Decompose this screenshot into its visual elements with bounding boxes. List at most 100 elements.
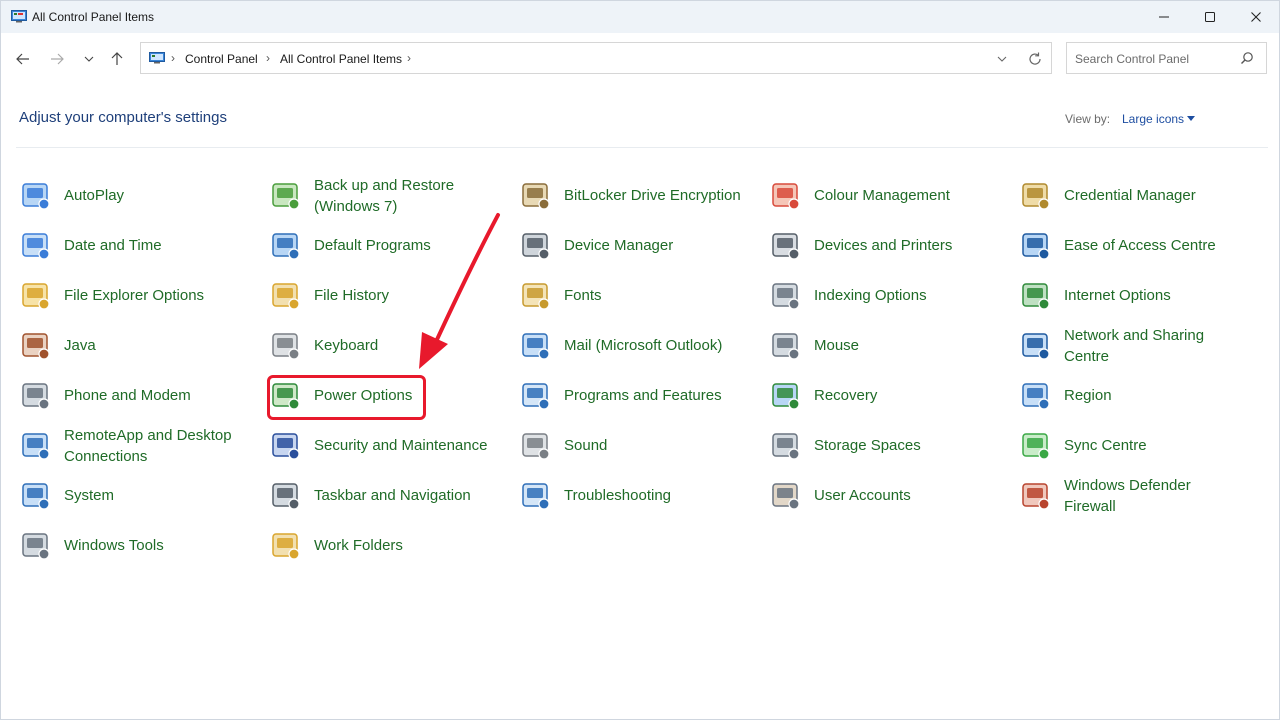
item-label[interactable]: Troubleshooting xyxy=(564,485,754,506)
item-label[interactable]: File History xyxy=(314,285,504,306)
item-devices-and-printers[interactable]: Devices and Printers xyxy=(769,223,1009,269)
item-security-and-maintenance[interactable]: Security and Maintenance xyxy=(269,423,509,469)
item-autoplay[interactable]: AutoPlay xyxy=(19,173,259,219)
item-label[interactable]: Storage Spaces xyxy=(814,435,1004,456)
item-label[interactable]: Colour Management xyxy=(814,185,1004,206)
item-system[interactable]: System xyxy=(19,473,259,519)
item-label[interactable]: Taskbar and Navigation xyxy=(314,485,504,506)
search-input[interactable]: Search Control Panel xyxy=(1066,42,1267,74)
item-keyboard[interactable]: Keyboard xyxy=(269,323,509,369)
item-recovery[interactable]: Recovery xyxy=(769,373,1009,419)
backup-restore-icon xyxy=(272,183,300,210)
item-label[interactable]: Back up and Restore (Windows 7) xyxy=(314,175,504,217)
item-ease-of-access-centre[interactable]: Ease of Access Centre xyxy=(1019,223,1259,269)
item-label[interactable]: Windows Defender Firewall xyxy=(1064,475,1254,517)
breadcrumb-all-items[interactable]: All Control Panel Items xyxy=(280,52,402,66)
troubleshooting-icon xyxy=(522,483,550,510)
item-label[interactable]: Devices and Printers xyxy=(814,235,1004,256)
item-label[interactable]: Default Programs xyxy=(314,235,504,256)
item-troubleshooting[interactable]: Troubleshooting xyxy=(519,473,759,519)
item-label[interactable]: Sound xyxy=(564,435,754,456)
search-icon[interactable] xyxy=(1240,51,1254,65)
item-remoteapp-and-desktop-connections[interactable]: RemoteApp and Desktop Connections xyxy=(19,423,259,469)
close-button[interactable] xyxy=(1233,1,1279,33)
item-label[interactable]: Windows Tools xyxy=(64,535,254,556)
item-taskbar-and-navigation[interactable]: Taskbar and Navigation xyxy=(269,473,509,519)
address-bar[interactable]: › Control Panel › All Control Panel Item… xyxy=(140,42,1052,74)
item-label[interactable]: Mouse xyxy=(814,335,1004,356)
item-label[interactable]: Keyboard xyxy=(314,335,504,356)
item-device-manager[interactable]: Device Manager xyxy=(519,223,759,269)
arrow-up-icon xyxy=(111,52,123,65)
item-indexing-options[interactable]: Indexing Options xyxy=(769,273,1009,319)
item-label[interactable]: Recovery xyxy=(814,385,1004,406)
storage-spaces-icon xyxy=(772,433,800,460)
item-label[interactable]: System xyxy=(64,485,254,506)
item-default-programs[interactable]: Default Programs xyxy=(269,223,509,269)
item-file-explorer-options[interactable]: File Explorer Options xyxy=(19,273,259,319)
item-label[interactable]: Indexing Options xyxy=(814,285,1004,306)
item-sync-centre[interactable]: Sync Centre xyxy=(1019,423,1259,469)
caret-down-icon[interactable] xyxy=(1187,116,1195,121)
maximize-button[interactable] xyxy=(1187,1,1233,33)
item-sound[interactable]: Sound xyxy=(519,423,759,469)
control-panel-icon xyxy=(149,52,165,64)
item-label[interactable]: Phone and Modem xyxy=(64,385,254,406)
view-by-dropdown[interactable]: Large icons xyxy=(1122,112,1184,126)
item-label[interactable]: Region xyxy=(1064,385,1254,406)
item-label[interactable]: Java xyxy=(64,335,254,356)
item-mouse[interactable]: Mouse xyxy=(769,323,1009,369)
up-button[interactable] xyxy=(105,47,129,71)
item-windows-defender-firewall[interactable]: Windows Defender Firewall xyxy=(1019,473,1259,519)
breadcrumb-control-panel[interactable]: Control Panel xyxy=(185,52,258,66)
item-region[interactable]: Region xyxy=(1019,373,1259,419)
item-credential-manager[interactable]: Credential Manager xyxy=(1019,173,1259,219)
item-label[interactable]: Programs and Features xyxy=(564,385,754,406)
item-storage-spaces[interactable]: Storage Spaces xyxy=(769,423,1009,469)
item-java[interactable]: Java xyxy=(19,323,259,369)
item-programs-and-features[interactable]: Programs and Features xyxy=(519,373,759,419)
item-phone-and-modem[interactable]: Phone and Modem xyxy=(19,373,259,419)
item-label[interactable]: Date and Time xyxy=(64,235,254,256)
item-label[interactable]: Work Folders xyxy=(314,535,504,556)
item-user-accounts[interactable]: User Accounts xyxy=(769,473,1009,519)
forward-button[interactable] xyxy=(45,47,69,71)
breadcrumb-separator-icon[interactable]: › xyxy=(266,51,270,65)
item-label[interactable]: Network and Sharing Centre xyxy=(1064,325,1254,367)
breadcrumb-separator-icon[interactable]: › xyxy=(171,51,175,65)
item-date-and-time[interactable]: Date and Time xyxy=(19,223,259,269)
item-label[interactable]: Credential Manager xyxy=(1064,185,1254,206)
chevron-down-icon[interactable] xyxy=(995,53,1009,65)
item-windows-tools[interactable]: Windows Tools xyxy=(19,523,259,569)
item-label[interactable]: AutoPlay xyxy=(64,185,254,206)
item-fonts[interactable]: Fonts xyxy=(519,273,759,319)
recent-locations-button[interactable] xyxy=(77,47,101,71)
item-label[interactable]: Device Manager xyxy=(564,235,754,256)
minimize-button[interactable] xyxy=(1141,1,1187,33)
item-label[interactable]: File Explorer Options xyxy=(64,285,254,306)
refresh-icon[interactable] xyxy=(1027,51,1043,67)
item-label[interactable]: Ease of Access Centre xyxy=(1064,235,1254,256)
item-file-history[interactable]: File History xyxy=(269,273,509,319)
item-label[interactable]: Fonts xyxy=(564,285,754,306)
back-button[interactable] xyxy=(11,47,35,71)
colour-management-icon xyxy=(772,183,800,210)
item-label[interactable]: BitLocker Drive Encryption xyxy=(564,185,754,206)
breadcrumb-separator-icon[interactable]: › xyxy=(407,51,411,65)
item-label[interactable]: RemoteApp and Desktop Connections xyxy=(64,425,254,467)
item-label[interactable]: Mail (Microsoft Outlook) xyxy=(564,335,754,356)
item-internet-options[interactable]: Internet Options xyxy=(1019,273,1259,319)
item-label[interactable]: User Accounts xyxy=(814,485,1004,506)
item-network-and-sharing-centre[interactable]: Network and Sharing Centre xyxy=(1019,323,1259,369)
item-label[interactable]: Internet Options xyxy=(1064,285,1254,306)
system-icon xyxy=(22,483,50,510)
item-back-up-and-restore-windows-7[interactable]: Back up and Restore (Windows 7) xyxy=(269,173,509,219)
item-label[interactable]: Sync Centre xyxy=(1064,435,1254,456)
java-icon xyxy=(22,333,50,360)
item-work-folders[interactable]: Work Folders xyxy=(269,523,509,569)
item-label[interactable]: Security and Maintenance xyxy=(314,435,504,456)
item-mail-microsoft-outlook[interactable]: Mail (Microsoft Outlook) xyxy=(519,323,759,369)
item-colour-management[interactable]: Colour Management xyxy=(769,173,1009,219)
item-bitlocker-drive-encryption[interactable]: BitLocker Drive Encryption xyxy=(519,173,759,219)
phone-modem-icon xyxy=(22,383,50,410)
